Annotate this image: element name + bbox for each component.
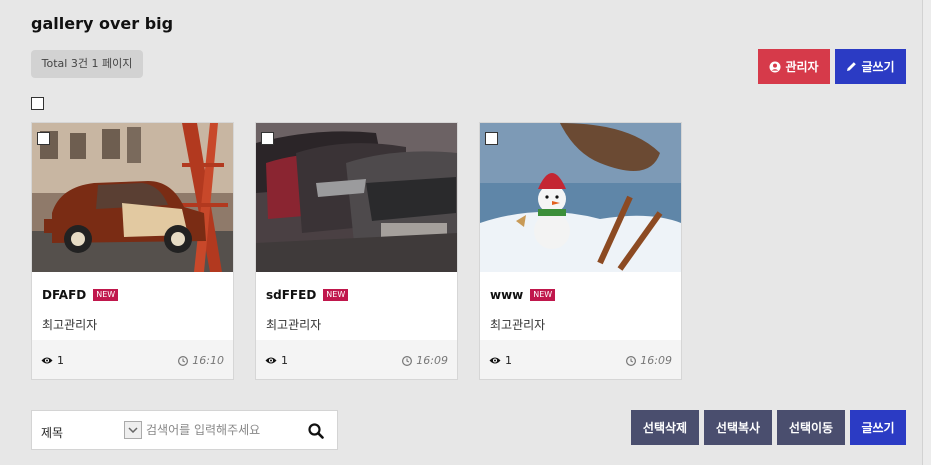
pencil-icon (847, 62, 857, 71)
post-time-text: 16:09 (640, 354, 672, 367)
gallery-card[interactable]: www NEW 최고관리자 1 16:09 (479, 122, 682, 380)
select-all-checkbox[interactable] (31, 97, 44, 110)
post-views: 1 (265, 354, 288, 367)
new-badge: NEW (323, 289, 349, 301)
user-circle-icon (769, 61, 781, 72)
post-writer: 최고관리자 (42, 318, 98, 332)
total-count-badge: Total 3건 1 페이지 (31, 50, 143, 78)
clock-icon (402, 355, 413, 366)
post-checkbox[interactable] (261, 132, 274, 145)
post-meta: 1 16:09 (256, 340, 457, 379)
search-form: 제목 (31, 410, 338, 450)
post-subject-link[interactable]: sdFFED (266, 288, 316, 302)
post-subject-link[interactable]: www (490, 288, 523, 302)
write-button-top[interactable]: 글쓰기 (835, 49, 906, 84)
new-badge: NEW (530, 289, 556, 301)
gallery-card[interactable]: DFAFD NEW 최고관리자 1 16:10 (31, 122, 234, 380)
post-subject-link[interactable]: DFAFD (42, 288, 86, 302)
post-views-count: 1 (505, 354, 512, 367)
write-button-top-label: 글쓰기 (861, 60, 895, 74)
post-checkbox[interactable] (37, 132, 50, 145)
post-time-text: 16:10 (192, 354, 224, 367)
clock-icon (626, 355, 637, 366)
post-time-text: 16:09 (416, 354, 448, 367)
gallery-thumbnail[interactable] (32, 123, 233, 272)
clock-icon (178, 355, 189, 366)
post-time: 16:09 (402, 354, 448, 367)
search-icon (308, 423, 324, 439)
delete-selected-button[interactable]: 선택삭제 (631, 410, 699, 445)
write-button-bottom[interactable]: 글쓰기 (850, 410, 906, 445)
post-meta: 1 16:09 (480, 340, 681, 379)
eye-icon (41, 357, 53, 364)
eye-icon (265, 357, 277, 364)
post-checkbox[interactable] (485, 132, 498, 145)
copy-selected-button[interactable]: 선택복사 (704, 410, 772, 445)
search-button[interactable] (308, 423, 324, 443)
move-selected-button[interactable]: 선택이동 (777, 410, 845, 445)
eye-icon (489, 357, 501, 364)
search-field-select[interactable]: 제목 (41, 424, 63, 441)
post-views: 1 (41, 354, 64, 367)
snowman-photo (480, 123, 681, 272)
search-field-dropdown[interactable] (124, 421, 142, 439)
chevron-down-icon (128, 427, 138, 433)
post-views-count: 1 (57, 354, 64, 367)
parked-cars-photo (256, 123, 457, 272)
post-time: 16:10 (178, 354, 224, 367)
post-writer: 최고관리자 (490, 318, 546, 332)
new-badge: NEW (93, 289, 119, 301)
post-views: 1 (489, 354, 512, 367)
gallery-thumbnail[interactable] (256, 123, 457, 272)
page-right-edge (922, 0, 931, 465)
post-time: 16:09 (626, 354, 672, 367)
search-input[interactable] (146, 423, 296, 437)
post-meta: 1 16:10 (32, 340, 233, 379)
vintage-car-photo (32, 123, 233, 272)
admin-button-label: 관리자 (785, 60, 819, 74)
admin-button[interactable]: 관리자 (758, 49, 830, 84)
post-writer: 최고관리자 (266, 318, 322, 332)
post-views-count: 1 (281, 354, 288, 367)
gallery-thumbnail[interactable] (480, 123, 681, 272)
gallery-card[interactable]: sdFFED NEW 최고관리자 1 16:09 (255, 122, 458, 380)
board-title: gallery over big (31, 14, 174, 33)
